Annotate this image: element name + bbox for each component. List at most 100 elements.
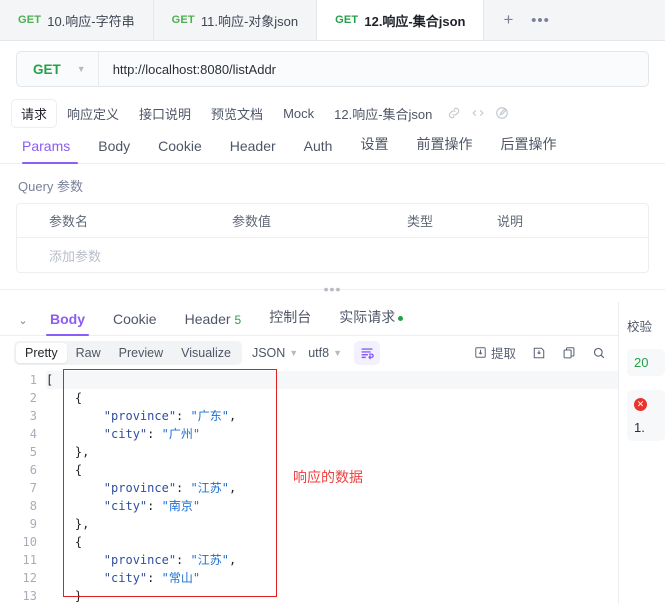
plus-icon[interactable]: + bbox=[494, 6, 522, 34]
view-mode-group: Pretty Raw Preview Visualize bbox=[14, 340, 242, 365]
subnav-item-api-doc[interactable]: 接口说明 bbox=[130, 100, 200, 127]
line-number: 8 bbox=[29, 499, 37, 513]
tab-method-badge: GET bbox=[171, 14, 195, 26]
method-selector[interactable]: GET ▼ bbox=[17, 52, 99, 86]
extract-label: 提取 bbox=[490, 347, 516, 361]
encoding-select[interactable]: utf8 ▼ bbox=[308, 346, 342, 360]
line-number: 10 bbox=[22, 535, 37, 549]
save-icon[interactable] bbox=[532, 346, 546, 360]
subnav-item-current-api[interactable]: 12.响应-集合json bbox=[325, 100, 441, 127]
request-tab-2[interactable]: GET 11.响应-对象json bbox=[154, 0, 318, 40]
sub-nav: 请求 响应定义 接口说明 预览文档 Mock 12.响应-集合json bbox=[0, 96, 665, 128]
response-body-code[interactable]: 1 2 3 4 5 6 7 8 9 10 11 12 13 14 [ bbox=[0, 369, 618, 604]
tab-auth[interactable]: Auth bbox=[290, 138, 347, 163]
response-tab-label: 实际请求 bbox=[339, 309, 396, 325]
table-row[interactable]: 添加参数 bbox=[17, 238, 648, 272]
tab-cookie[interactable]: Cookie bbox=[144, 138, 216, 163]
wrap-lines-icon[interactable] bbox=[354, 340, 380, 365]
subnav-item-preview-doc[interactable]: 预览文档 bbox=[202, 100, 272, 127]
panel-splitter[interactable]: ••• bbox=[0, 281, 665, 302]
subnav-item-request[interactable]: 请求 bbox=[12, 99, 57, 127]
response-tabs: ⌄ Body Cookie Header 5 控制台 实际请求 bbox=[0, 302, 618, 336]
tab-method-badge: GET bbox=[18, 14, 42, 26]
chevron-down-icon: ▼ bbox=[76, 64, 86, 74]
header-count-badge: 5 bbox=[234, 313, 242, 327]
side-error-card: ✕ 1. bbox=[627, 390, 665, 441]
line-number: 2 bbox=[29, 391, 37, 405]
error-circle-icon: ✕ bbox=[634, 398, 647, 411]
response-tab-label: Header bbox=[184, 311, 231, 327]
format-select[interactable]: JSON ▼ bbox=[252, 346, 298, 360]
line-number-gutter: 1 2 3 4 5 6 7 8 9 10 11 12 13 14 bbox=[0, 369, 46, 604]
response-side-panel: 校验 20 ✕ 1. bbox=[618, 302, 665, 604]
link-icon[interactable] bbox=[443, 102, 465, 124]
line-number: 1 bbox=[29, 373, 37, 387]
encoding-value: utf8 bbox=[308, 345, 330, 360]
table-header-row: 参数名 参数值 类型 说明 bbox=[17, 204, 648, 238]
url-row: GET ▼ http://localhost:8080/listAddr bbox=[0, 41, 665, 96]
response-tab-header[interactable]: Header 5 bbox=[171, 311, 256, 335]
edit-circle-icon[interactable] bbox=[491, 102, 513, 124]
query-params-table: 参数名 参数值 类型 说明 添加参数 bbox=[16, 203, 649, 273]
tab-post-operation[interactable]: 后置操作 bbox=[486, 134, 570, 163]
response-tab-cookie[interactable]: Cookie bbox=[99, 311, 171, 335]
response-tab-label: 控制台 bbox=[269, 309, 312, 325]
subnav-item-response-def[interactable]: 响应定义 bbox=[58, 100, 128, 127]
ellipsis-icon[interactable]: ••• bbox=[526, 6, 554, 34]
tab-pre-operation[interactable]: 前置操作 bbox=[402, 134, 486, 163]
extract-button[interactable]: 提取 bbox=[474, 343, 516, 362]
line-number: 11 bbox=[22, 553, 37, 567]
tab-params[interactable]: Params bbox=[16, 138, 84, 164]
url-input[interactable]: http://localhost:8080/listAddr bbox=[99, 62, 648, 77]
line-number: 5 bbox=[29, 445, 37, 459]
line-number: 6 bbox=[29, 463, 37, 477]
view-pretty[interactable]: Pretty bbox=[16, 342, 67, 363]
side-panel-title: 校验 bbox=[627, 320, 653, 334]
response-tab-console[interactable]: 控制台 bbox=[255, 307, 325, 335]
tab-header[interactable]: Header bbox=[216, 138, 290, 163]
copy-icon[interactable] bbox=[562, 346, 576, 360]
method-value: GET bbox=[33, 61, 61, 77]
code-icon[interactable] bbox=[467, 102, 489, 124]
tab-label: 12.响应-集合json bbox=[364, 13, 466, 29]
annotation-label: 响应的数据 bbox=[293, 469, 363, 485]
request-tab-3[interactable]: GET 12.响应-集合json bbox=[317, 0, 485, 40]
code-line: "city": "广州" bbox=[103, 427, 201, 441]
search-icon[interactable] bbox=[592, 346, 606, 360]
tab-bar: GET 10.响应-字符串 GET 11.响应-对象json GET 12.响应… bbox=[0, 0, 665, 41]
splitter-grip-icon[interactable]: ••• bbox=[324, 281, 342, 297]
column-header-value: 参数值 bbox=[232, 214, 272, 229]
subnav-item-mock[interactable]: Mock bbox=[274, 102, 323, 125]
tab-bar-actions: + ••• bbox=[484, 0, 665, 40]
response-toolbar: Pretty Raw Preview Visualize JSON ▼ utf8… bbox=[0, 336, 618, 369]
tab-settings[interactable]: 设置 bbox=[346, 134, 402, 163]
code-line: { bbox=[46, 535, 83, 549]
param-tabs: Params Body Cookie Header Auth 设置 前置操作 后… bbox=[0, 128, 665, 164]
code-line: }, bbox=[46, 517, 90, 531]
code-line: "province": "江苏", bbox=[103, 553, 237, 567]
chevron-down-icon[interactable]: ⌄ bbox=[10, 314, 36, 335]
tab-body[interactable]: Body bbox=[84, 138, 144, 163]
code-line: "city": "常山" bbox=[103, 571, 201, 585]
chevron-down-icon: ▼ bbox=[289, 347, 299, 358]
add-param-placeholder[interactable]: 添加参数 bbox=[17, 246, 232, 265]
view-raw[interactable]: Raw bbox=[67, 343, 110, 363]
view-preview[interactable]: Preview bbox=[110, 343, 172, 363]
query-params-title: Query 参数 bbox=[18, 179, 84, 194]
response-tab-label: Cookie bbox=[113, 311, 157, 327]
column-header-name: 参数名 bbox=[49, 214, 89, 229]
code-line: { bbox=[46, 391, 83, 405]
view-visualize[interactable]: Visualize bbox=[172, 343, 240, 363]
code-line: }, bbox=[46, 445, 90, 459]
tab-label: 10.响应-字符串 bbox=[47, 13, 135, 29]
request-tab-1[interactable]: GET 10.响应-字符串 bbox=[0, 0, 154, 40]
column-header-desc: 说明 bbox=[497, 214, 524, 229]
response-area: ⌄ Body Cookie Header 5 控制台 实际请求 Pretty Ra… bbox=[0, 302, 665, 604]
response-tab-actual-request[interactable]: 实际请求 bbox=[325, 307, 417, 335]
response-tab-label: Body bbox=[50, 311, 85, 327]
response-tab-body[interactable]: Body bbox=[36, 311, 99, 336]
code-line: } bbox=[46, 589, 83, 603]
line-number: 3 bbox=[29, 409, 37, 423]
code-line: "city": "南京" bbox=[103, 499, 201, 513]
chevron-down-icon: ▼ bbox=[333, 347, 342, 358]
